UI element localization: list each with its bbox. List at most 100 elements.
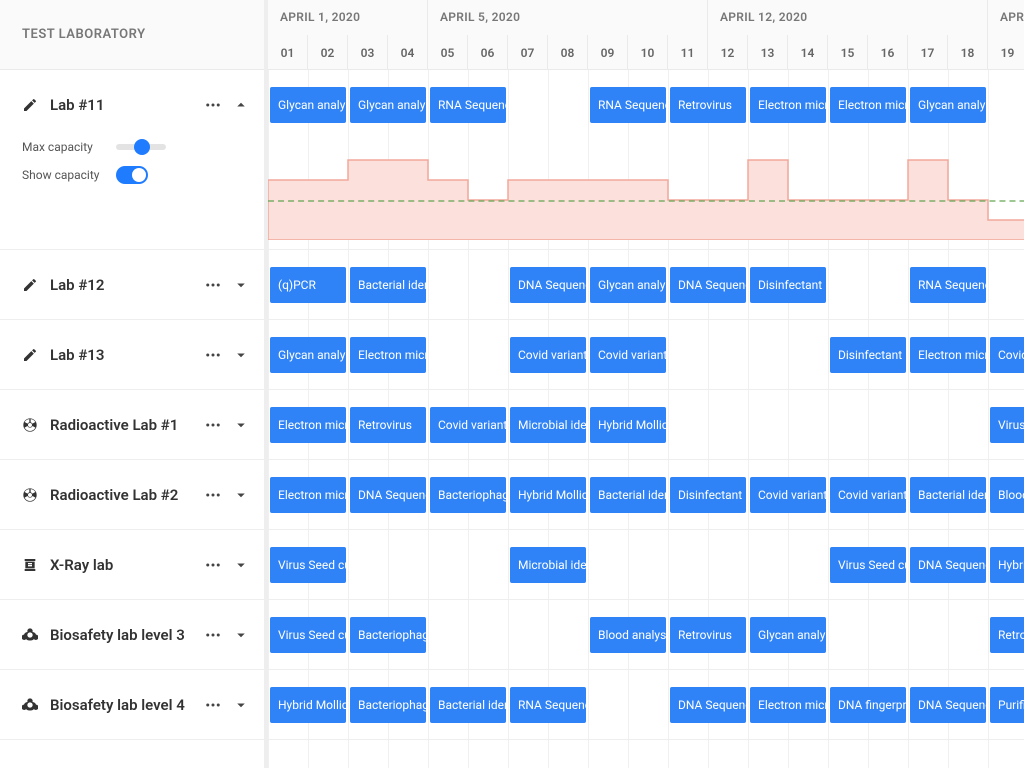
chevron-down-icon[interactable] (232, 626, 250, 644)
event[interactable]: Electron microscopy (270, 407, 346, 443)
event[interactable]: Bacteriophage (350, 687, 426, 723)
event[interactable]: Microbial identification (510, 407, 586, 443)
event[interactable]: DNA Sequencing (910, 547, 986, 583)
event[interactable]: Retrovirus (350, 407, 426, 443)
pencil-icon (22, 97, 38, 113)
event[interactable]: Bacterial identification (910, 477, 986, 513)
event[interactable]: Disinfectant (830, 337, 906, 373)
day-header: 02 (308, 35, 348, 70)
event[interactable]: Virus Seed culture (270, 547, 346, 583)
event[interactable]: Bacterial identification (590, 477, 666, 513)
event[interactable]: RNA Sequencing (590, 87, 666, 123)
event[interactable]: Glycan analysis (750, 617, 826, 653)
day-header: 08 (548, 35, 588, 70)
event[interactable]: DNA Sequencing (670, 687, 746, 723)
lab-name: Lab #13 (50, 346, 204, 364)
event[interactable]: Electron microscopy (750, 87, 826, 123)
event[interactable]: Electron microscopy (910, 337, 986, 373)
chevron-up-icon[interactable] (232, 96, 250, 114)
event[interactable]: Electron microscopy (750, 687, 826, 723)
more-icon[interactable] (204, 696, 222, 714)
timeline: APRIL 1, 2020APRIL 5, 2020APRIL 12, 2020… (268, 0, 1024, 768)
event[interactable]: Retrovirus (670, 87, 746, 123)
chevron-down-icon[interactable] (232, 276, 250, 294)
event[interactable]: Covid variant (830, 477, 906, 513)
event[interactable]: RNA Sequencing (910, 267, 986, 303)
more-icon[interactable] (204, 416, 222, 434)
timeline-row: Hybrid MollicutesBacteriophageBacterial … (268, 670, 1024, 740)
event[interactable]: DNA Sequencing (510, 267, 586, 303)
day-header: 10 (628, 35, 668, 70)
lab-row: Biosafety lab level 3 (0, 600, 264, 670)
xray-icon (22, 557, 38, 573)
event[interactable]: Virus Seed culture (270, 617, 346, 653)
max-capacity-slider[interactable] (116, 144, 166, 150)
event[interactable]: DNA Sequencing (670, 267, 746, 303)
more-icon[interactable] (204, 276, 222, 294)
more-icon[interactable] (204, 486, 222, 504)
chevron-down-icon[interactable] (232, 556, 250, 574)
chevron-down-icon[interactable] (232, 486, 250, 504)
event[interactable]: Virus Seed culture (830, 547, 906, 583)
chevron-down-icon[interactable] (232, 416, 250, 434)
event[interactable]: Glycan analysis (910, 87, 986, 123)
event[interactable]: Bacterial identification (350, 267, 426, 303)
timeline-header: APRIL 1, 2020APRIL 5, 2020APRIL 12, 2020… (268, 0, 1024, 70)
biohazard-icon (22, 697, 38, 713)
event[interactable]: Disinfectant (670, 477, 746, 513)
event[interactable]: Virus (990, 407, 1024, 443)
event[interactable]: DNA Sequencing (910, 687, 986, 723)
more-icon[interactable] (204, 556, 222, 574)
sidebar-title: TEST LABORATORY (0, 0, 264, 70)
lab-row: X-Ray lab (0, 530, 264, 600)
chevron-down-icon[interactable] (232, 346, 250, 364)
event[interactable]: Glycan analysis (270, 337, 346, 373)
event[interactable]: Covid variant (430, 407, 506, 443)
event[interactable]: Bacteriophage (430, 477, 506, 513)
event[interactable]: Blood (990, 477, 1024, 513)
event[interactable]: Bacterial identification (430, 687, 506, 723)
event[interactable]: Bacteriophage (350, 617, 426, 653)
event[interactable]: Electron microscopy (270, 477, 346, 513)
chevron-down-icon[interactable] (232, 696, 250, 714)
event[interactable]: Covid variant (510, 337, 586, 373)
biohazard-icon (22, 627, 38, 643)
event[interactable]: Hybrid Mollicutes (590, 407, 666, 443)
lab-name: Lab #11 (50, 96, 204, 114)
event[interactable]: Hybrid (990, 547, 1024, 583)
month-header: APRIL 1, 2020 (268, 0, 428, 35)
event[interactable]: Disinfectant (750, 267, 826, 303)
lab-row: Lab #12 (0, 250, 264, 320)
radioactive-icon (22, 487, 38, 503)
event[interactable]: Glycan analysis (590, 267, 666, 303)
event[interactable]: Microbial identification (510, 547, 586, 583)
radioactive-icon (22, 417, 38, 433)
lab-name: Radioactive Lab #1 (50, 416, 204, 434)
event[interactable]: Purification (990, 687, 1024, 723)
show-capacity-toggle[interactable] (116, 166, 148, 184)
event[interactable]: RNA Sequencing (430, 87, 506, 123)
timeline-row: Virus Seed cultureBacteriophage Blood ana… (268, 600, 1024, 670)
event[interactable]: Retrovirus (670, 617, 746, 653)
day-header: 17 (908, 35, 948, 70)
event[interactable]: Covid variant (750, 477, 826, 513)
event[interactable]: Glycan analysis (270, 87, 346, 123)
event[interactable]: Covid (990, 337, 1024, 373)
event[interactable]: Hybrid Mollicutes (270, 687, 346, 723)
lab-name: Radioactive Lab #2 (50, 486, 204, 504)
event[interactable]: Glycan analysis (350, 87, 426, 123)
event[interactable]: Covid variant (590, 337, 666, 373)
event[interactable]: (q)PCR (270, 267, 346, 303)
event[interactable]: DNA fingerprint (830, 687, 906, 723)
event[interactable]: Blood analysis (590, 617, 666, 653)
event[interactable]: RNA Sequencing (510, 687, 586, 723)
more-icon[interactable] (204, 96, 222, 114)
event[interactable]: Hybrid Mollicutes (510, 477, 586, 513)
event[interactable]: Electron microscopy (350, 337, 426, 373)
event[interactable]: Electron microscopy (830, 87, 906, 123)
day-header: 18 (948, 35, 988, 70)
event[interactable]: Retrovirus (990, 617, 1024, 653)
more-icon[interactable] (204, 346, 222, 364)
more-icon[interactable] (204, 626, 222, 644)
event[interactable]: DNA Sequencing (350, 477, 426, 513)
